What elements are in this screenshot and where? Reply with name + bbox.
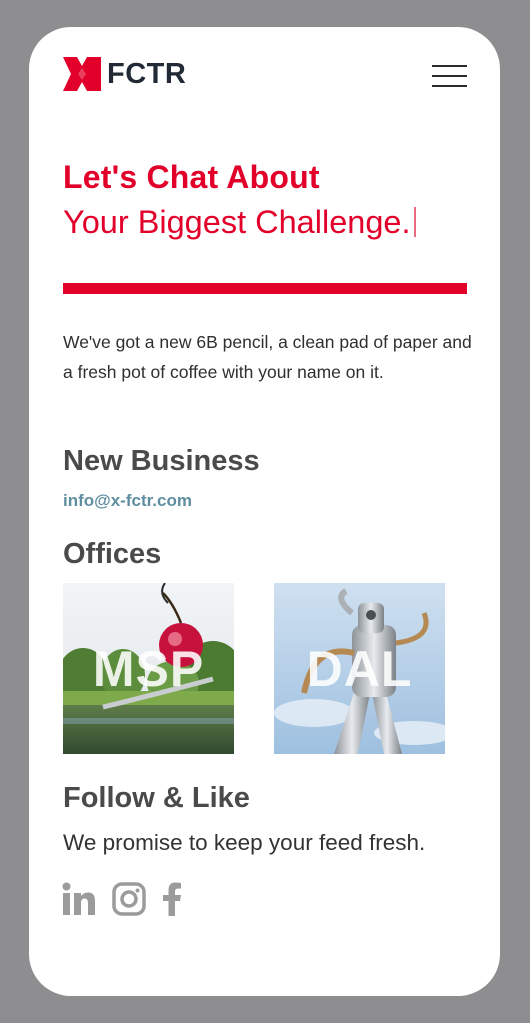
instagram-icon[interactable] bbox=[112, 882, 146, 916]
logo-text: FCTR bbox=[107, 58, 187, 90]
office-label-msp: MSP bbox=[92, 640, 205, 697]
office-tile-dal[interactable]: DAL bbox=[274, 583, 445, 754]
offices-heading: Offices bbox=[63, 538, 162, 570]
red-divider bbox=[63, 283, 467, 294]
follow-subtext: We promise to keep your feed fresh. bbox=[63, 830, 426, 855]
hamburger-menu-icon[interactable] bbox=[432, 65, 468, 87]
new-business-heading: New Business bbox=[63, 445, 260, 477]
office-label-dal: DAL bbox=[306, 640, 413, 697]
fctr-x-mark-icon bbox=[63, 57, 101, 91]
typing-cursor bbox=[413, 207, 416, 237]
fctr-logo[interactable]: FCTR bbox=[63, 57, 186, 91]
linkedin-icon[interactable] bbox=[62, 882, 96, 916]
phone-screen: FCTR Let's Chat About Your Biggest Chall… bbox=[29, 27, 500, 996]
site-header: FCTR bbox=[29, 27, 500, 127]
office-tile-msp[interactable]: MSP bbox=[63, 583, 234, 754]
device-frame: FCTR Let's Chat About Your Biggest Chall… bbox=[0, 0, 530, 1023]
new-business-email-link[interactable]: info@x-fctr.com bbox=[63, 491, 192, 511]
hero-title-line2: Your Biggest Challenge. bbox=[63, 204, 416, 241]
intro-paragraph: We've got a new 6B pencil, a clean pad o… bbox=[63, 332, 472, 382]
hero-title-line1: Let's Chat About bbox=[63, 159, 320, 195]
facebook-icon[interactable] bbox=[162, 882, 182, 916]
hero-title-line2-text: Your Biggest Challenge. bbox=[63, 204, 411, 240]
follow-heading: Follow & Like bbox=[63, 782, 250, 814]
